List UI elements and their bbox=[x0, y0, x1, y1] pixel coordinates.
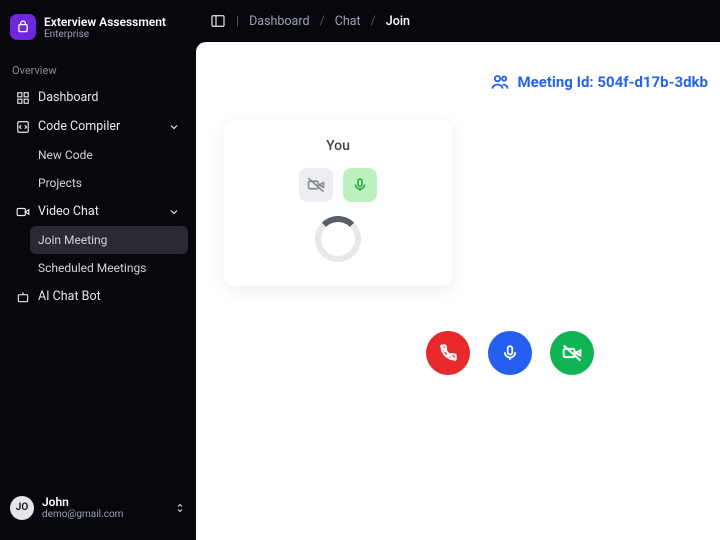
selector-icon bbox=[174, 501, 186, 515]
user-name: John bbox=[42, 495, 123, 509]
meeting-id-value: 504f-d17b-3dkb bbox=[597, 73, 708, 91]
nav-label: Video Chat bbox=[38, 204, 99, 219]
nav-label: Projects bbox=[38, 176, 82, 190]
brand-title: Exterview Assessment bbox=[44, 15, 166, 29]
participant-name: You bbox=[326, 138, 350, 154]
meeting-id-label: Meeting Id: bbox=[518, 73, 598, 91]
main: | Dashboard / Chat / Join Meeting Id: 50… bbox=[196, 0, 720, 540]
meeting-id: Meeting Id: 504f-d17b-3dkb bbox=[490, 72, 708, 92]
code-icon bbox=[16, 120, 30, 134]
user-menu[interactable]: JO John demo@gmail.com bbox=[0, 485, 196, 530]
breadcrumb-separator: / bbox=[371, 14, 376, 29]
breadcrumb-separator: / bbox=[320, 14, 325, 29]
separator: | bbox=[236, 14, 239, 29]
participant-tile: You bbox=[224, 120, 452, 286]
nav-join-meeting[interactable]: Join Meeting bbox=[30, 226, 188, 254]
nav-new-code[interactable]: New Code bbox=[30, 141, 188, 169]
breadcrumb-dashboard[interactable]: Dashboard bbox=[249, 14, 309, 29]
panel-toggle-icon[interactable] bbox=[210, 13, 226, 29]
nav-scheduled-meetings[interactable]: Scheduled Meetings bbox=[30, 254, 188, 282]
video-icon bbox=[16, 205, 30, 219]
breadcrumb-chat[interactable]: Chat bbox=[335, 14, 361, 29]
avatar: JO bbox=[10, 496, 34, 520]
nav-label: Join Meeting bbox=[38, 233, 107, 247]
topbar: | Dashboard / Chat / Join bbox=[196, 0, 720, 42]
nav-label: AI Chat Bot bbox=[38, 289, 101, 304]
loading-spinner bbox=[315, 216, 361, 262]
nav-label: Dashboard bbox=[38, 90, 98, 105]
chevron-down-icon bbox=[168, 121, 180, 133]
nav-label: Code Compiler bbox=[38, 119, 120, 134]
user-email: demo@gmail.com bbox=[42, 509, 123, 520]
camera-off-icon bbox=[562, 343, 582, 363]
brand: Exterview Assessment Enterprise bbox=[0, 10, 196, 50]
nav-label: New Code bbox=[38, 148, 93, 162]
toggle-camera-button[interactable] bbox=[550, 331, 594, 375]
nav-dashboard[interactable]: Dashboard bbox=[8, 83, 188, 112]
nav-projects[interactable]: Projects bbox=[30, 169, 188, 197]
brand-subtitle: Enterprise bbox=[44, 29, 166, 40]
end-call-button[interactable] bbox=[426, 331, 470, 375]
camera-off-chip[interactable] bbox=[299, 168, 333, 202]
nav-code-compiler[interactable]: Code Compiler bbox=[8, 112, 188, 141]
chevron-down-icon bbox=[168, 206, 180, 218]
bot-icon bbox=[16, 290, 30, 304]
mic-icon bbox=[352, 177, 368, 193]
camera-off-icon bbox=[307, 176, 325, 194]
users-icon bbox=[490, 72, 510, 92]
toggle-mic-button[interactable] bbox=[488, 331, 532, 375]
breadcrumb-join: Join bbox=[386, 14, 410, 29]
brand-icon bbox=[10, 14, 36, 40]
call-action-bar bbox=[426, 331, 594, 375]
nav-label: Scheduled Meetings bbox=[38, 261, 146, 275]
mic-icon bbox=[501, 344, 519, 362]
section-label: Overview bbox=[0, 50, 196, 83]
nav: Dashboard Code Compiler New Code Project… bbox=[0, 83, 196, 311]
phone-off-icon bbox=[438, 343, 458, 363]
content: Meeting Id: 504f-d17b-3dkb You bbox=[196, 42, 720, 540]
nav-ai-chat-bot[interactable]: AI Chat Bot bbox=[8, 282, 188, 311]
mic-on-chip[interactable] bbox=[343, 168, 377, 202]
sidebar: Exterview Assessment Enterprise Overview… bbox=[0, 0, 196, 540]
dashboard-icon bbox=[16, 91, 30, 105]
nav-video-chat[interactable]: Video Chat bbox=[8, 197, 188, 226]
